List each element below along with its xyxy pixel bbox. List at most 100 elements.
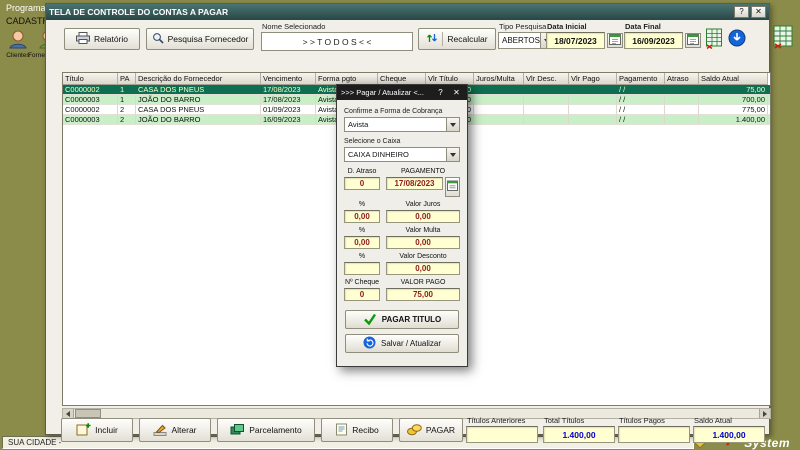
- scroll-left-button[interactable]: [63, 409, 74, 418]
- cell-vencimento: 01/09/2023: [261, 105, 316, 114]
- window-title: TELA DE CONTROLE DO CONTAS A PAGAR: [49, 7, 732, 17]
- col-header-descricao[interactable]: Descrição do Fornecedor: [136, 73, 261, 85]
- printer-icon: [76, 32, 90, 46]
- valor-desconto-field[interactable]: 0,00: [386, 262, 460, 275]
- nome-selecionado-input[interactable]: [261, 32, 413, 51]
- dialog-close-button[interactable]: ✕: [450, 88, 463, 97]
- cell-pago: [569, 85, 617, 94]
- valor-multa-label: Valor Multa: [386, 227, 460, 234]
- incluir-label: Incluir: [95, 425, 118, 435]
- num-cheque-label: Nº Cheque: [344, 279, 380, 286]
- col-header-pa[interactable]: PA: [118, 73, 136, 85]
- cell-pagamento: / /: [617, 85, 665, 94]
- pagamento-date-field[interactable]: 17/08/2023: [386, 177, 443, 190]
- calendar-icon: [447, 178, 458, 196]
- cards-icon: [230, 423, 245, 438]
- cell-atraso: [665, 105, 699, 114]
- valor-multa-field[interactable]: 0,00: [386, 236, 460, 249]
- cell-descricao: CASA DOS PNEUS: [136, 105, 261, 114]
- pagar-atualizar-dialog: >>> Pagar / Atualizar <... ? ✕ Confirme …: [336, 84, 468, 367]
- valor-pago-field[interactable]: 75,00: [386, 288, 460, 301]
- d-atraso-field[interactable]: 0: [344, 177, 380, 190]
- cell-pa: 1: [118, 95, 136, 104]
- cell-saldo: 700,00: [699, 95, 768, 104]
- data-final-field[interactable]: 16/09/2023: [624, 32, 683, 49]
- window-titlebar: TELA DE CONTROLE DO CONTAS A PAGAR ? ✕: [46, 4, 769, 20]
- cell-desc: [524, 105, 569, 114]
- col-header-juros-multa[interactable]: Juros/Multa: [474, 73, 524, 85]
- coins-icon: [407, 423, 422, 438]
- cell-juros: [474, 105, 524, 114]
- calendar-icon: [687, 32, 699, 50]
- pagamento-calendar-button[interactable]: [445, 177, 460, 197]
- cell-pago: [569, 115, 617, 124]
- titulos-anteriores-field: [466, 426, 538, 443]
- pagar-button[interactable]: PAGAR: [399, 418, 463, 442]
- salvar-atualizar-label: Salvar / Atualizar: [381, 339, 441, 348]
- desconto-pct-label: %: [344, 253, 380, 260]
- cell-pagamento: / /: [617, 115, 665, 124]
- recibo-button[interactable]: Recibo: [321, 418, 393, 442]
- valor-desconto-label: Valor Desconto: [386, 253, 460, 260]
- data-final-calendar-button[interactable]: [685, 33, 701, 48]
- window-close-button[interactable]: ✕: [751, 6, 766, 18]
- titulos-pagos-field: [618, 426, 690, 443]
- col-header-pagamento[interactable]: Pagamento: [617, 73, 665, 85]
- cell-pa: 1: [118, 85, 136, 94]
- valor-juros-field[interactable]: 0,00: [386, 210, 460, 223]
- alterar-label: Alterar: [171, 425, 196, 435]
- pagar-titulo-button[interactable]: PAGAR TITULO: [345, 310, 459, 329]
- recalcular-button[interactable]: Recalcular: [418, 28, 496, 50]
- desconto-pct-field[interactable]: [344, 262, 380, 275]
- col-header-atraso[interactable]: Atraso: [665, 73, 699, 85]
- data-inicial-calendar-button[interactable]: [607, 33, 623, 48]
- multa-pct-label: %: [344, 227, 380, 234]
- pesquisa-fornecedor-button[interactable]: Pesquisa Fornecedor: [146, 28, 254, 50]
- person-icon: [7, 29, 29, 51]
- col-header-titulo[interactable]: Título: [63, 73, 118, 85]
- parcelamento-button[interactable]: Parcelamento: [217, 418, 315, 442]
- export-excel-icon[interactable]: [705, 28, 723, 49]
- cell-saldo: 775,00: [699, 105, 768, 114]
- dialog-help-button[interactable]: ?: [434, 88, 447, 97]
- alterar-button[interactable]: Alterar: [139, 418, 211, 442]
- window-help-button[interactable]: ?: [734, 6, 749, 18]
- caixa-value: CAIXA DINHEIRO: [348, 150, 409, 159]
- pagar-label: PAGAR: [426, 425, 455, 435]
- incluir-button[interactable]: Incluir: [61, 418, 133, 442]
- forma-cobranca-select[interactable]: Avista: [344, 117, 460, 132]
- check-icon: [363, 313, 377, 327]
- dialog-row-juros: % 0,00 Valor Juros 0,00: [344, 201, 460, 223]
- cell-atraso: [665, 95, 699, 104]
- col-header-vencimento[interactable]: Vencimento: [261, 73, 316, 85]
- divider: [442, 32, 443, 46]
- col-header-saldo-atual[interactable]: Saldo Atual: [699, 73, 768, 85]
- cell-pagamento: / /: [617, 95, 665, 104]
- dialog-body: Confirme a Forma de Cobrança Avista Sele…: [337, 100, 467, 353]
- titulos-anteriores-label: Títulos Anteriores: [467, 416, 525, 425]
- pesquisa-fornecedor-label: Pesquisa Fornecedor: [168, 34, 249, 44]
- titulos-pagos-label: Títulos Pagos: [619, 416, 665, 425]
- cell-atraso: [665, 115, 699, 124]
- juros-pct-label: %: [344, 201, 380, 208]
- col-header-vlr-desc[interactable]: Vlr Desc.: [524, 73, 569, 85]
- multa-pct-field[interactable]: 0,00: [344, 236, 380, 249]
- scroll-thumb[interactable]: [75, 409, 101, 418]
- dialog-row-desconto: % Valor Desconto 0,00: [344, 253, 460, 275]
- data-final-label: Data Final: [625, 22, 661, 31]
- spreadsheet-export-icon[interactable]: [772, 25, 794, 49]
- col-header-vlr-pago[interactable]: Vlr Pago: [569, 73, 617, 85]
- relatorio-button[interactable]: Relatório: [64, 28, 140, 50]
- juros-pct-field[interactable]: 0,00: [344, 210, 380, 223]
- dialog-titlebar: >>> Pagar / Atualizar <... ? ✕: [337, 85, 467, 100]
- caixa-select[interactable]: CAIXA DINHEIRO: [344, 147, 460, 162]
- cell-titulo: C0000003: [63, 115, 118, 124]
- num-cheque-field[interactable]: 0: [344, 288, 380, 301]
- scroll-right-button[interactable]: [759, 409, 770, 418]
- download-circle-icon[interactable]: [728, 29, 746, 47]
- valor-juros-label: Valor Juros: [386, 201, 460, 208]
- salvar-atualizar-button[interactable]: Salvar / Atualizar: [345, 334, 459, 353]
- recibo-label: Recibo: [352, 425, 378, 435]
- data-inicial-field[interactable]: 18/07/2023: [546, 32, 605, 49]
- caixa-label: Selecione o Caixa: [344, 138, 460, 145]
